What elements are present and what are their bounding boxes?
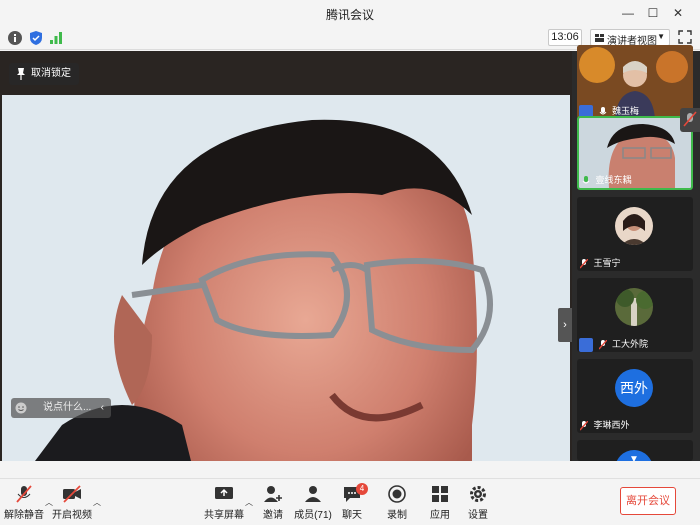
invite-button[interactable]: 邀请 xyxy=(253,485,293,521)
participant-name: 李琳西外 xyxy=(593,420,630,430)
share-options-caret[interactable]: ︿ xyxy=(245,497,253,508)
minimize-button[interactable]: — xyxy=(618,4,638,22)
participant-name: 王雪宁 xyxy=(593,258,621,268)
signal-icon[interactable] xyxy=(48,30,64,46)
leave-meeting-button[interactable]: 离开会议 xyxy=(620,487,676,515)
record-button[interactable]: 录制 xyxy=(377,485,417,521)
person-icon xyxy=(579,337,593,352)
emoji-icon[interactable] xyxy=(15,402,27,414)
gear-icon xyxy=(470,486,486,502)
quick-chat-input[interactable]: 说点什么... ‹ xyxy=(11,398,111,418)
mic-muted-icon xyxy=(580,420,588,431)
chevron-left-icon[interactable]: ‹ xyxy=(101,398,104,418)
unmute-button[interactable]: 解除静音 xyxy=(4,485,44,521)
avatar xyxy=(615,207,653,245)
window-title: 腾讯会议 xyxy=(325,8,374,22)
share-screen-label: 共享屏幕 xyxy=(204,510,244,521)
participant-tile[interactable]: 魏玉梅 xyxy=(577,45,693,119)
share-screen-button[interactable]: 共享屏幕 xyxy=(204,485,244,521)
start-video-label: 开启视频 xyxy=(52,510,92,521)
settings-label: 设置 xyxy=(468,510,488,521)
invite-icon xyxy=(264,486,282,502)
mic-speaking-icon xyxy=(582,175,590,184)
participant-namebar: 王雪宁 xyxy=(577,255,621,271)
record-label: 录制 xyxy=(387,510,407,521)
unlock-pin-button[interactable]: 取消锁定 xyxy=(9,63,79,85)
members-icon xyxy=(305,486,321,502)
meeting-clock: 13:06 xyxy=(548,29,582,46)
avatar: 西外 xyxy=(615,369,653,407)
chat-placeholder: 说点什么... xyxy=(43,402,92,413)
collapse-sidebar-button[interactable]: › xyxy=(558,308,572,342)
participant-tile[interactable]: ▼ xyxy=(577,440,693,461)
avatar xyxy=(615,288,653,326)
bottom-toolbar: 解除静音 ︿ 开启视频 ︿ 共享屏幕 ︿ 邀请 成员(71) 4 聊天 录制 应… xyxy=(0,478,700,525)
invite-label: 邀请 xyxy=(263,510,283,521)
start-video-button[interactable]: 开启视频 xyxy=(52,485,92,521)
members-button[interactable]: 成员(71) xyxy=(293,485,333,521)
settings-button[interactable]: 设置 xyxy=(458,485,498,521)
record-icon xyxy=(388,485,406,503)
mic-muted-icon xyxy=(580,258,588,269)
pin-icon xyxy=(17,68,25,80)
chevron-down-icon: ▼ xyxy=(657,32,665,41)
participant-name: 工大外院 xyxy=(612,339,649,349)
apps-button[interactable]: 应用 xyxy=(420,485,460,521)
title-bar: 腾讯会议 — ☐ ✕ xyxy=(0,0,700,26)
camera-off-icon xyxy=(63,485,81,503)
mic-muted-icon xyxy=(598,339,607,350)
participant-namebar: 壹线东耦 xyxy=(579,172,632,188)
participant-tile[interactable]: 工大外院 xyxy=(577,278,693,352)
chat-unread-badge: 4 xyxy=(356,483,368,495)
main-video-stage: 取消锁定 说点什么... ‹ › xyxy=(0,51,572,461)
panel-mute-toggle[interactable] xyxy=(680,108,700,132)
participant-namebar: 工大外院 xyxy=(577,336,648,352)
chevron-down-icon: ▼ xyxy=(629,454,639,461)
unmute-label: 解除静音 xyxy=(4,510,44,521)
share-screen-icon xyxy=(215,487,233,499)
participant-tile-active[interactable]: 壹线东耦 xyxy=(577,116,693,190)
video-options-caret[interactable]: ︿ xyxy=(93,497,101,508)
participant-name: 魏玉梅 xyxy=(612,106,640,116)
participant-namebar: 李琳西外 xyxy=(577,417,630,433)
apps-label: 应用 xyxy=(430,510,450,521)
mic-muted-icon xyxy=(683,111,697,127)
info-icon[interactable] xyxy=(7,30,23,46)
shield-icon[interactable] xyxy=(28,30,44,46)
chat-label: 聊天 xyxy=(342,510,362,521)
unlock-label: 取消锁定 xyxy=(31,68,71,79)
participant-tile[interactable]: 西外 李琳西外 xyxy=(577,359,693,433)
fullscreen-icon[interactable] xyxy=(678,30,692,44)
mic-muted-icon xyxy=(16,485,32,503)
participant-name: 壹线东耦 xyxy=(595,175,632,185)
maximize-button[interactable]: ☐ xyxy=(643,4,663,22)
avatar: ▼ xyxy=(615,450,653,461)
members-label: 成员(71) xyxy=(294,510,332,521)
chat-button[interactable]: 4 聊天 xyxy=(332,483,372,521)
close-button[interactable]: ✕ xyxy=(668,4,688,22)
participant-tile[interactable]: 王雪宁 xyxy=(577,197,693,271)
view-mode-dropdown[interactable]: 演讲者视图 ▼ xyxy=(590,29,670,47)
apps-icon xyxy=(432,486,448,502)
layout-grid-icon xyxy=(595,34,604,42)
